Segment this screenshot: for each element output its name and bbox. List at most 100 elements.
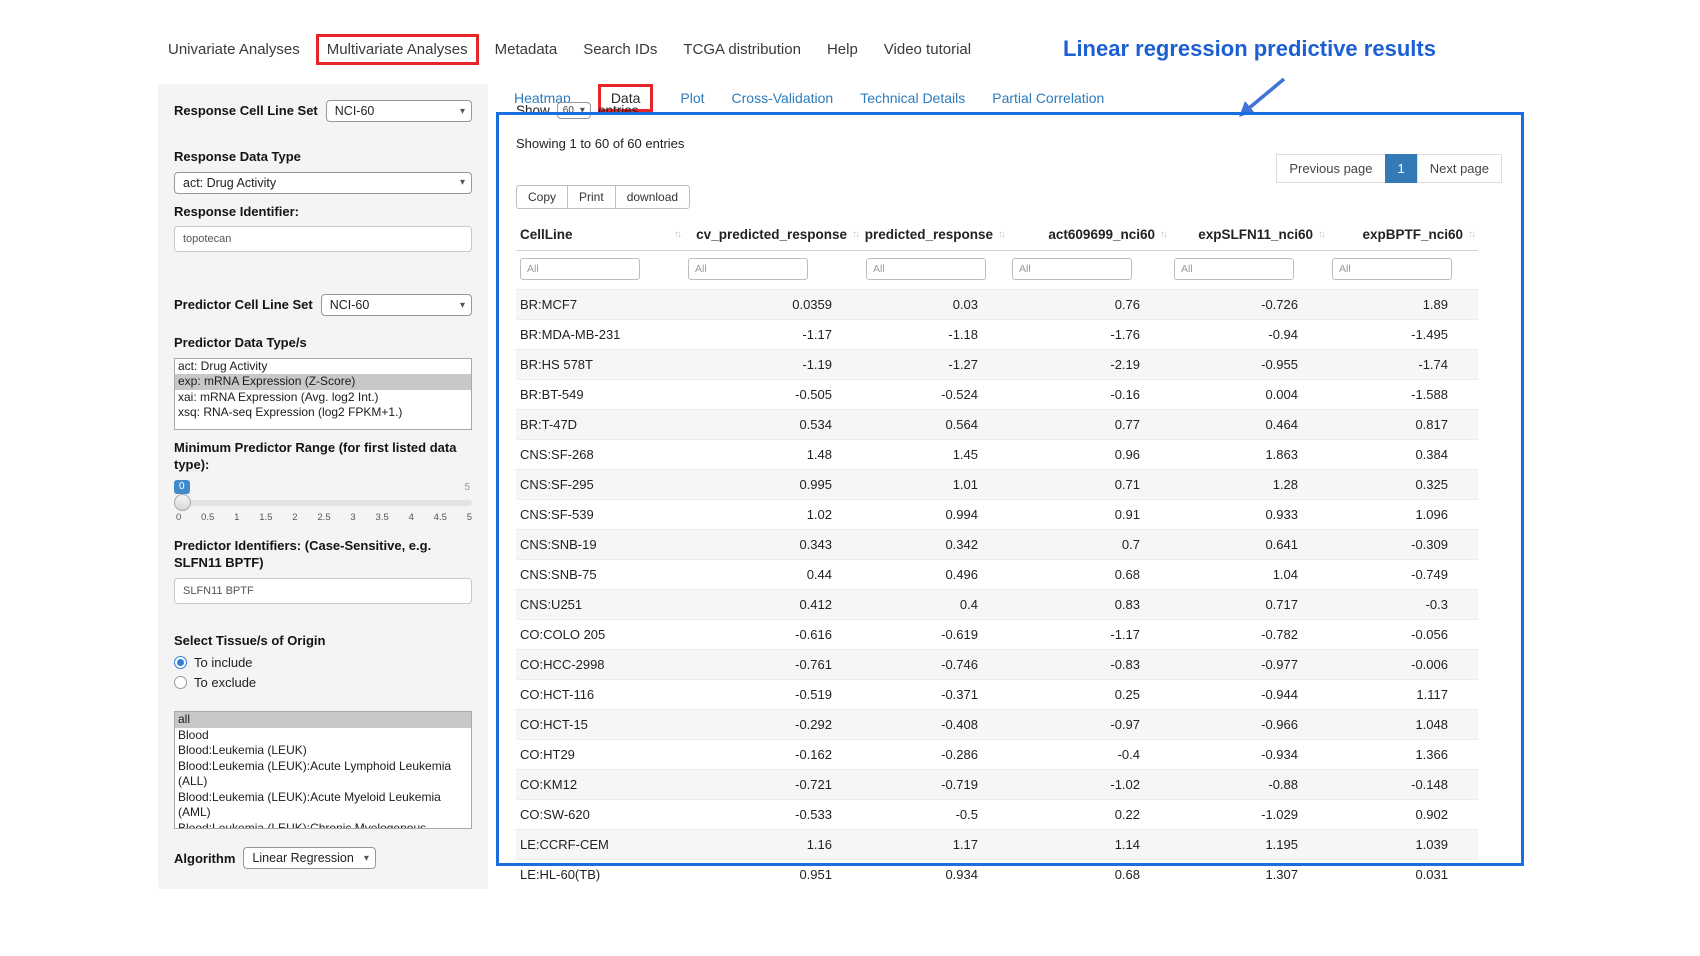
filter-input-cellline[interactable] [520,258,640,280]
filter-input-expslfn11-nci60[interactable] [1174,258,1294,280]
sort-icon[interactable]: ↑↓ [998,229,1004,240]
table-row[interactable]: CNS:SF-2681.481.450.961.8630.384 [516,440,1478,470]
previous-page-button[interactable]: Previous page [1276,154,1385,183]
cell-value: 0.934 [862,860,1008,890]
nav-item-multivariate-analyses[interactable]: Multivariate Analyses [316,34,479,65]
cell-value: -0.286 [862,740,1008,770]
cell-line-name: CO:SW-620 [516,800,684,830]
table-row[interactable]: CO:HCT-116-0.519-0.3710.25-0.9441.117 [516,680,1478,710]
response-cell-line-set-field: Response Cell Line Set NCI-60 ▾ [174,100,472,122]
table-row[interactable]: CO:SW-620-0.533-0.50.22-1.0290.902 [516,800,1478,830]
radio-to-include[interactable]: To include [174,655,472,670]
column-label: predicted_response [865,227,993,242]
min-predictor-range-slider[interactable]: 0 5 00.511.522.533.544.55 [174,480,472,528]
nav-item-metadata[interactable]: Metadata [485,35,568,64]
slider-handle[interactable] [174,494,191,511]
download-button[interactable]: download [615,185,690,209]
sort-icon[interactable]: ↑↓ [1160,229,1166,240]
showing-entries-text: Showing 1 to 60 of 60 entries [516,136,1504,151]
response-data-type-select[interactable]: act: Drug Activity ▾ [174,172,472,194]
show-entries-select[interactable]: 60 ▾ [557,102,591,119]
table-filter-row [516,251,1478,290]
column-header-act609699-nci60[interactable]: act609699_nci60↑↓ [1008,219,1170,251]
listbox-option-all[interactable]: all [175,712,471,728]
cell-value: -0.148 [1328,770,1478,800]
cell-value: -0.616 [684,620,862,650]
cell-line-name: CO:COLO 205 [516,620,684,650]
predictor-identifiers-label: Predictor Identifiers: (Case-Sensitive, … [174,537,472,572]
cell-line-name: BR:T-47D [516,410,684,440]
radio-icon[interactable] [174,676,187,689]
filter-input-predicted-response[interactable] [866,258,986,280]
table-row[interactable]: LE:HL-60(TB)0.9510.9340.681.3070.031 [516,860,1478,890]
column-header-cv-predicted-response[interactable]: cv_predicted_response↑↓ [684,219,862,251]
listbox-option-blood[interactable]: Blood [175,728,471,744]
predictor-identifiers-input[interactable] [174,578,472,604]
listbox-option-exp-mrna-expression-z-score[interactable]: exp: mRNA Expression (Z-Score) [175,374,471,390]
table-row[interactable]: CO:HT29-0.162-0.286-0.4-0.9341.366 [516,740,1478,770]
radio-label: To exclude [194,675,256,690]
print-button[interactable]: Print [567,185,616,209]
radio-icon[interactable] [174,656,187,669]
filter-input-expbptf-nci60[interactable] [1332,258,1452,280]
cell-value: 0.0359 [684,290,862,320]
column-header-predicted-response[interactable]: predicted_response ↑↓ [862,219,1008,251]
listbox-option-blood-leukemia-leuk-acute-lymphoid-leuke[interactable]: Blood:Leukemia (LEUK):Acute Lymphoid Leu… [175,759,471,790]
sort-icon[interactable]: ↑↓ [1318,229,1324,240]
cell-value: -0.97 [1008,710,1170,740]
predictor-data-type-listbox[interactable]: act: Drug Activityexp: mRNA Expression (… [174,358,472,430]
page-number-button[interactable]: 1 [1385,154,1418,183]
nav-item-tcga-distribution[interactable]: TCGA distribution [673,35,811,64]
table-row[interactable]: BR:MDA-MB-231-1.17-1.18-1.76-0.94-1.495 [516,320,1478,350]
table-row[interactable]: BR:MCF70.03590.030.76-0.7261.89 [516,290,1478,320]
table-row[interactable]: CNS:SNB-190.3430.3420.70.641-0.309 [516,530,1478,560]
listbox-option-blood-leukemia-leuk-acute-myeloid-leukem[interactable]: Blood:Leukemia (LEUK):Acute Myeloid Leuk… [175,790,471,821]
table-row[interactable]: CO:COLO 205-0.616-0.619-1.17-0.782-0.056 [516,620,1478,650]
listbox-option-blood-leukemia-leuk[interactable]: Blood:Leukemia (LEUK) [175,743,471,759]
response-cell-line-set-select[interactable]: NCI-60 ▾ [326,100,472,122]
slider-value-badge: 0 [174,480,190,494]
table-row[interactable]: BR:HS 578T-1.19-1.27-2.19-0.955-1.74 [516,350,1478,380]
table-row[interactable]: LE:CCRF-CEM1.161.171.141.1951.039 [516,830,1478,860]
chevron-down-icon: ▾ [580,105,585,116]
nav-item-search-ids[interactable]: Search IDs [573,35,667,64]
column-label: CellLine [520,227,573,242]
nav-item-univariate-analyses[interactable]: Univariate Analyses [158,35,310,64]
next-page-button[interactable]: Next page [1417,154,1502,183]
nav-item-help[interactable]: Help [817,35,868,64]
slider-track[interactable] [174,500,472,506]
table-row[interactable]: CO:HCC-2998-0.761-0.746-0.83-0.977-0.006 [516,650,1478,680]
listbox-option-blood-leukemia-leuk-chronic-myelogenous-[interactable]: Blood:Leukemia (LEUK):Chronic Myelogenou… [175,821,471,830]
table-row[interactable]: CO:KM12-0.721-0.719-1.02-0.88-0.148 [516,770,1478,800]
algorithm-select[interactable]: Linear Regression ▾ [243,847,375,869]
column-header-cellline[interactable]: CellLine ↑↓ [516,219,684,251]
predictor-cell-line-set-select[interactable]: NCI-60 ▾ [321,294,472,316]
cell-value: -0.292 [684,710,862,740]
cell-line-name: BR:MDA-MB-231 [516,320,684,350]
filter-input-cv-predicted-response[interactable] [688,258,808,280]
cell-value: -0.16 [1008,380,1170,410]
table-row[interactable]: CNS:SF-5391.020.9940.910.9331.096 [516,500,1478,530]
cell-value: -0.955 [1170,350,1328,380]
sort-icon[interactable]: ↑↓ [1468,229,1474,240]
table-row[interactable]: BR:T-47D0.5340.5640.770.4640.817 [516,410,1478,440]
table-row[interactable]: BR:BT-549-0.505-0.524-0.160.004-1.588 [516,380,1478,410]
table-row[interactable]: CNS:SF-2950.9951.010.711.280.325 [516,470,1478,500]
nav-item-video-tutorial[interactable]: Video tutorial [874,35,981,64]
table-row[interactable]: CO:HCT-15-0.292-0.408-0.97-0.9661.048 [516,710,1478,740]
listbox-option-xai-mrna-expression-avg-log2-int[interactable]: xai: mRNA Expression (Avg. log2 Int.) [175,390,471,406]
table-row[interactable]: CNS:SNB-750.440.4960.681.04-0.749 [516,560,1478,590]
results-table: CellLine↑↓cv_predicted_response↑↓predict… [516,219,1478,889]
filter-input-act609699-nci60[interactable] [1012,258,1132,280]
listbox-option-xsq-rna-seq-expression-log2-fpkm-1[interactable]: xsq: RNA-seq Expression (log2 FPKM+1.) [175,405,471,421]
listbox-option-act-drug-activity[interactable]: act: Drug Activity [175,359,471,375]
tissue-listbox[interactable]: allBloodBlood:Leukemia (LEUK)Blood:Leuke… [174,711,472,829]
radio-to-exclude[interactable]: To exclude [174,675,472,690]
sort-icon[interactable]: ↑↓ [674,229,680,240]
copy-button[interactable]: Copy [516,185,568,209]
column-header-expbptf-nci60[interactable]: expBPTF_nci60↑↓ [1328,219,1478,251]
table-row[interactable]: CNS:U2510.4120.40.830.717-0.3 [516,590,1478,620]
sort-icon[interactable]: ↑↓ [852,229,858,240]
response-identifier-input[interactable] [174,226,472,252]
column-header-expslfn11-nci60[interactable]: expSLFN11_nci60↑↓ [1170,219,1328,251]
